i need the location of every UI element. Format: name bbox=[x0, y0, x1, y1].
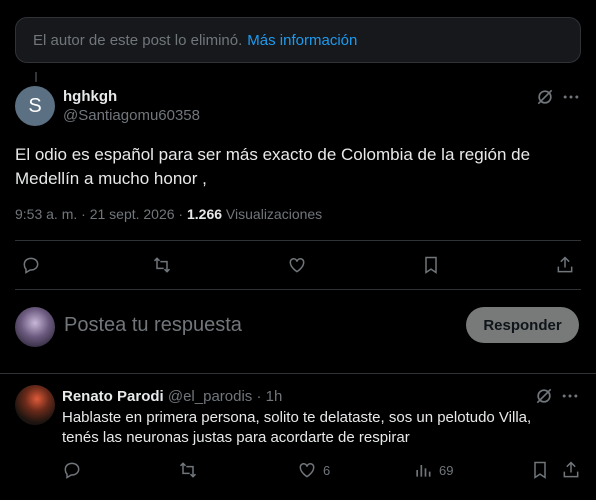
more-icon[interactable] bbox=[560, 86, 582, 108]
views-button[interactable]: 69 bbox=[413, 460, 453, 480]
author-handle[interactable]: @Santiagomu60358 bbox=[63, 107, 200, 124]
more-info-link[interactable]: Más información bbox=[247, 32, 357, 49]
bookmark-icon[interactable] bbox=[420, 254, 442, 276]
divider bbox=[15, 240, 581, 241]
like-button[interactable]: 6 bbox=[297, 460, 330, 480]
retweet-icon[interactable] bbox=[178, 460, 198, 480]
like-icon[interactable] bbox=[286, 254, 308, 276]
post-timestamp[interactable]: 9:53 a. m. · 21 sept. 2026 · bbox=[15, 206, 187, 222]
more-icon[interactable] bbox=[560, 386, 580, 406]
retweet-icon[interactable] bbox=[151, 254, 173, 276]
views-count: 1.266 bbox=[187, 206, 223, 222]
current-user-avatar[interactable] bbox=[15, 307, 55, 347]
reply-input[interactable]: Postea tu respuesta bbox=[64, 314, 242, 337]
reply-icon[interactable] bbox=[20, 254, 42, 276]
views-icon bbox=[413, 460, 433, 480]
comment-header: Renato Parodi @el_parodis · 1h bbox=[62, 388, 282, 405]
comment-author-name[interactable]: Renato Parodi bbox=[62, 388, 164, 405]
share-icon[interactable] bbox=[561, 460, 581, 480]
reply-icon[interactable] bbox=[62, 460, 82, 480]
author-name[interactable]: hghkgh bbox=[63, 88, 117, 105]
like-count: 6 bbox=[323, 462, 331, 478]
views-label: Visualizaciones bbox=[222, 206, 323, 222]
views-count: 69 bbox=[439, 462, 454, 478]
reply-submit-button[interactable]: Responder bbox=[466, 307, 579, 343]
comment-author-handle[interactable]: @el_parodis · 1h bbox=[164, 388, 282, 405]
post-meta: 9:53 a. m. · 21 sept. 2026 · 1.266 Visua… bbox=[15, 206, 322, 222]
grok-icon[interactable] bbox=[534, 86, 556, 108]
thread-connector bbox=[35, 72, 37, 82]
comment-text: Hablaste en primera persona, solito te d… bbox=[62, 409, 532, 446]
avatar[interactable]: S bbox=[15, 86, 55, 126]
deleted-post-notice: El autor de este post lo eliminó. Más in… bbox=[15, 17, 581, 63]
deleted-post-text: El autor de este post lo eliminó. bbox=[33, 31, 243, 49]
post-text: El odio es español para ser más exacto d… bbox=[15, 145, 531, 188]
share-icon[interactable] bbox=[554, 254, 576, 276]
grok-icon[interactable] bbox=[534, 386, 554, 406]
comment-avatar[interactable] bbox=[15, 385, 55, 425]
like-icon bbox=[297, 460, 317, 480]
bookmark-icon[interactable] bbox=[530, 460, 550, 480]
divider bbox=[15, 289, 581, 290]
divider bbox=[0, 373, 596, 374]
